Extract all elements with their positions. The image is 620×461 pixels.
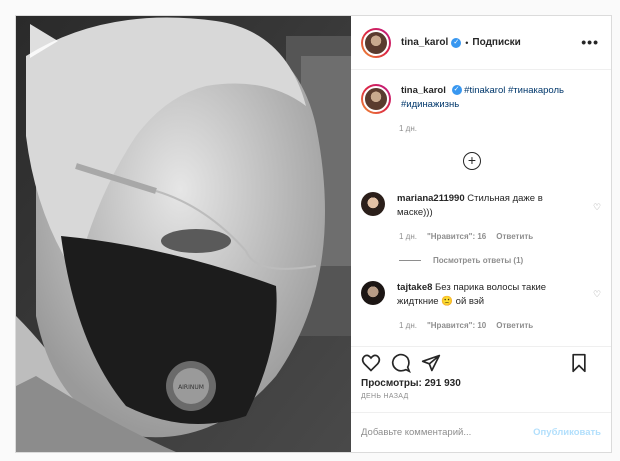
caption-username[interactable]: tina_karol: [401, 85, 446, 96]
commenter-username[interactable]: mariana211990: [397, 193, 465, 204]
comment-composer: Добавьте комментарий... Опубликовать: [351, 412, 611, 452]
reply-button[interactable]: Ответить: [496, 321, 533, 330]
replies-divider: [399, 260, 421, 261]
load-more-comments-button[interactable]: +: [463, 152, 481, 170]
separator-dot: •: [465, 37, 469, 48]
comment-likes[interactable]: "Нравится": 16: [427, 232, 486, 241]
caption-text: tina_karol ✓ #tinakarol #тинакароль #иди…: [401, 84, 601, 112]
verified-icon: ✓: [451, 85, 462, 96]
comment-time[interactable]: 1 дн.: [399, 321, 417, 330]
view-replies-button[interactable]: Посмотреть ответы (1): [399, 256, 523, 265]
caption: tina_karol ✓ #tinakarol #тинакароль #иди…: [361, 84, 601, 114]
commenter-avatar[interactable]: [361, 192, 385, 216]
follow-button[interactable]: Подписки: [472, 37, 520, 48]
comment-like-icon[interactable]: ♡: [593, 202, 603, 212]
bookmark-icon[interactable]: [569, 353, 589, 373]
share-icon[interactable]: [421, 353, 441, 373]
mask-logo: AIRINUM: [178, 384, 204, 391]
view-count[interactable]: Просмотры: 291 930: [351, 378, 611, 389]
comment-time[interactable]: 1 дн.: [399, 232, 417, 241]
comment-item: mariana211990 Стильная даже в маске))): [361, 192, 576, 220]
more-icon[interactable]: •••: [581, 34, 599, 50]
comment-text: mariana211990 Стильная даже в маске))): [397, 192, 557, 220]
author-avatar[interactable]: [361, 27, 391, 58]
commenter-avatar[interactable]: [361, 281, 385, 305]
comments-section: tina_karol ✓ #tinakarol #тинакароль #иди…: [351, 70, 611, 346]
publish-button[interactable]: Опубликовать: [533, 427, 601, 438]
post-header: tina_karol ✓ • Подписки •••: [351, 16, 611, 70]
verified-icon: ✓: [451, 37, 462, 48]
comment-likes[interactable]: "Нравится": 10: [427, 321, 486, 330]
post-sidebar: tina_karol ✓ • Подписки ••• tina_karol ✓…: [351, 16, 611, 452]
action-bar: [351, 346, 611, 378]
comment-like-icon[interactable]: ♡: [593, 289, 603, 299]
author-username[interactable]: tina_karol: [401, 37, 448, 48]
video-frame: AIRINUM: [16, 16, 351, 452]
view-replies-label: Посмотреть ответы (1): [433, 256, 524, 265]
caption-time: 1 дн.: [399, 124, 417, 133]
comment-item: tajtake8 Без парика волосы такие жидткни…: [361, 281, 576, 309]
video-player[interactable]: AIRINUM: [16, 16, 351, 452]
play-icon[interactable]: [16, 16, 66, 66]
reply-button[interactable]: Ответить: [496, 232, 533, 241]
commenter-username[interactable]: tajtake8: [397, 282, 432, 293]
comment-icon[interactable]: [391, 353, 411, 373]
post-dialog: AIRINUM tina_karol ✓ • Подписки ••• tina…: [15, 15, 612, 453]
heart-icon[interactable]: [361, 353, 381, 373]
comment-meta: 1 дн. "Нравится": 16 Ответить: [399, 232, 533, 241]
post-timestamp[interactable]: ДЕНЬ НАЗАД: [351, 389, 611, 412]
caption-avatar[interactable]: [361, 84, 391, 114]
comment-input[interactable]: Добавьте комментарий...: [361, 427, 471, 438]
comment-text: tajtake8 Без парика волосы такие жидткни…: [397, 281, 557, 309]
comment-meta: 1 дн. "Нравится": 10 Ответить: [399, 321, 533, 330]
